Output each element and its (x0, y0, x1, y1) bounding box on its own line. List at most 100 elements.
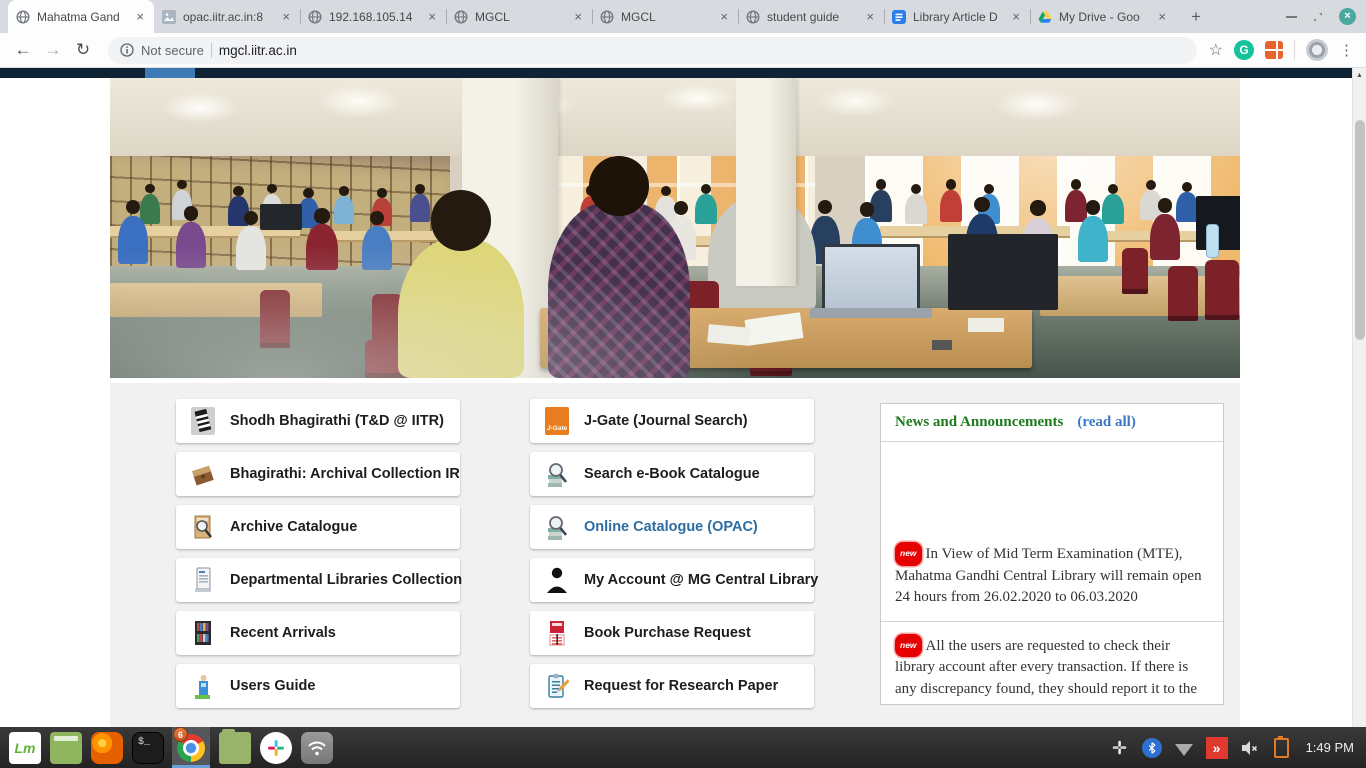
network-signal-icon[interactable] (1174, 738, 1194, 758)
battery-icon[interactable] (1272, 738, 1292, 758)
reload-icon[interactable]: ↻ (70, 37, 96, 63)
taskbar: Lm $_ 6 » 1:49 PM (0, 727, 1366, 768)
button-label: Users Guide (230, 678, 315, 694)
tab-close-icon[interactable]: × (134, 9, 146, 24)
toolbar-divider (1294, 40, 1295, 60)
tab-student-guide[interactable]: student guide × (738, 0, 884, 33)
shodh-bhagirathi-button[interactable]: Shodh Bhagirathi (T&D @ IITR) (176, 399, 460, 443)
tab-close-icon[interactable]: × (718, 9, 730, 24)
books-stack-icon (190, 406, 216, 436)
archive-catalogue-button[interactable]: Archive Catalogue (176, 505, 460, 549)
scrollbar-thumb[interactable] (1355, 120, 1365, 340)
file-manager-launcher[interactable] (219, 732, 251, 764)
page-scrollbar[interactable]: ▲ (1352, 68, 1366, 727)
guide-kiosk-icon (190, 671, 216, 701)
departmental-libraries-button[interactable]: Departmental Libraries Collection (176, 558, 460, 602)
bhagirathi-archival-button[interactable]: Bhagirathi: Archival Collection IR (176, 452, 460, 496)
taskbar-clock[interactable]: 1:49 PM (1306, 740, 1354, 755)
close-button[interactable]: × (1339, 8, 1356, 25)
news-item-text: All the users are requested to check the… (895, 638, 1197, 697)
slack-tray-icon[interactable] (1110, 738, 1130, 758)
anydesk-icon[interactable]: » (1206, 737, 1228, 759)
chrome-notification-badge: 6 (173, 727, 188, 742)
button-column-left: Shodh Bhagirathi (T&D @ IITR) Bhagirathi… (176, 399, 460, 717)
minimize-button[interactable] (1286, 16, 1297, 18)
tab-title: student guide (767, 10, 857, 24)
address-bar[interactable]: Not secure mgcl.iitr.ac.in (108, 37, 1197, 64)
bookmark-star-icon[interactable]: ☆ (1209, 40, 1223, 60)
system-tray: » 1:49 PM (1110, 737, 1366, 759)
scroll-up-arrow[interactable]: ▲ (1353, 68, 1366, 82)
news-item-text: In View of Mid Term Examination (MTE), M… (895, 546, 1202, 605)
extension-grid-icon[interactable] (1265, 41, 1283, 59)
restore-button[interactable] (1313, 12, 1323, 22)
window-icon (54, 736, 78, 741)
window-controls: × (1286, 0, 1356, 33)
tab-ip-address[interactable]: 192.168.105.14 × (300, 0, 446, 33)
new-badge: new (895, 542, 922, 566)
button-label: Archive Catalogue (230, 519, 357, 535)
network-tool-launcher[interactable] (301, 732, 333, 764)
news-panel: News and Announcements (read all) newIn … (880, 403, 1224, 705)
read-all-link[interactable]: (read all) (1077, 414, 1135, 431)
red-book-icon (544, 618, 570, 648)
firefox-launcher[interactable] (91, 732, 123, 764)
site-nav-active-item[interactable] (145, 68, 195, 78)
tab-title: MGCL (475, 10, 565, 24)
tab-my-drive[interactable]: My Drive - Goo × (1030, 0, 1176, 33)
button-label: Request for Research Paper (584, 678, 778, 694)
profile-avatar[interactable] (1306, 39, 1328, 61)
tab-close-icon[interactable]: × (864, 9, 876, 24)
mint-logo: Lm (15, 740, 36, 756)
tab-opac[interactable]: opac.iitr.ac.in:8 × (154, 0, 300, 33)
hero-photo (110, 78, 1240, 378)
volume-muted-icon[interactable] (1240, 738, 1260, 758)
tab-close-icon[interactable]: × (572, 9, 584, 24)
tab-close-icon[interactable]: × (280, 9, 292, 24)
slack-icon (266, 738, 286, 758)
tab-close-icon[interactable]: × (1156, 9, 1168, 24)
tab-close-icon[interactable]: × (1010, 9, 1022, 24)
bluetooth-icon[interactable] (1142, 738, 1162, 758)
grammarly-extension-icon[interactable]: G (1234, 40, 1254, 60)
book-magnifier-icon (544, 459, 570, 489)
docs-icon (892, 10, 906, 24)
back-icon[interactable]: ← (10, 37, 36, 63)
tab-mgcl-1[interactable]: MGCL × (446, 0, 592, 33)
news-title: News and Announcements (895, 414, 1063, 431)
button-label: Bhagirathi: Archival Collection IR (230, 466, 460, 482)
users-guide-button[interactable]: Users Guide (176, 664, 460, 708)
kiosk-icon (190, 565, 216, 595)
toolbar-right: ☆ G ⋮ (1209, 39, 1356, 61)
url-text: mgcl.iitr.ac.in (219, 43, 297, 58)
tab-mgcl-2[interactable]: MGCL × (592, 0, 738, 33)
wifi-icon (306, 737, 328, 759)
mint-menu-button[interactable]: Lm (9, 732, 41, 764)
news-blank-space (881, 442, 1223, 538)
book-purchase-button[interactable]: Book Purchase Request (530, 611, 814, 655)
forward-icon[interactable]: → (40, 37, 66, 63)
terminal-launcher[interactable]: $_ (132, 732, 164, 764)
news-item: newAll the users are requested to check … (881, 621, 1223, 706)
info-icon[interactable] (120, 43, 134, 57)
button-label: Book Purchase Request (584, 625, 751, 641)
ebook-catalogue-button[interactable]: Search e-Book Catalogue (530, 452, 814, 496)
tab-mahatma-gandhi[interactable]: Mahatma Gand × (8, 0, 154, 33)
security-label: Not secure (141, 43, 204, 58)
chrome-launcher-active[interactable]: 6 (172, 727, 210, 768)
opac-button[interactable]: Online Catalogue (OPAC) (530, 505, 814, 549)
new-tab-button[interactable]: + (1182, 3, 1210, 31)
show-desktop-button[interactable] (50, 732, 82, 764)
tab-title: MGCL (621, 10, 711, 24)
globe-icon (454, 10, 468, 24)
my-account-button[interactable]: My Account @ MG Central Library (530, 558, 814, 602)
recent-arrivals-button[interactable]: Recent Arrivals (176, 611, 460, 655)
drive-icon (1038, 10, 1052, 24)
browser-menu-icon[interactable]: ⋮ (1339, 41, 1354, 59)
tab-close-icon[interactable]: × (426, 9, 438, 24)
research-paper-request-button[interactable]: Request for Research Paper (530, 664, 814, 708)
jgate-button[interactable]: J-Gate J-Gate (Journal Search) (530, 399, 814, 443)
person-icon (544, 565, 570, 595)
tab-library-article[interactable]: Library Article D × (884, 0, 1030, 33)
slack-launcher[interactable] (260, 732, 292, 764)
